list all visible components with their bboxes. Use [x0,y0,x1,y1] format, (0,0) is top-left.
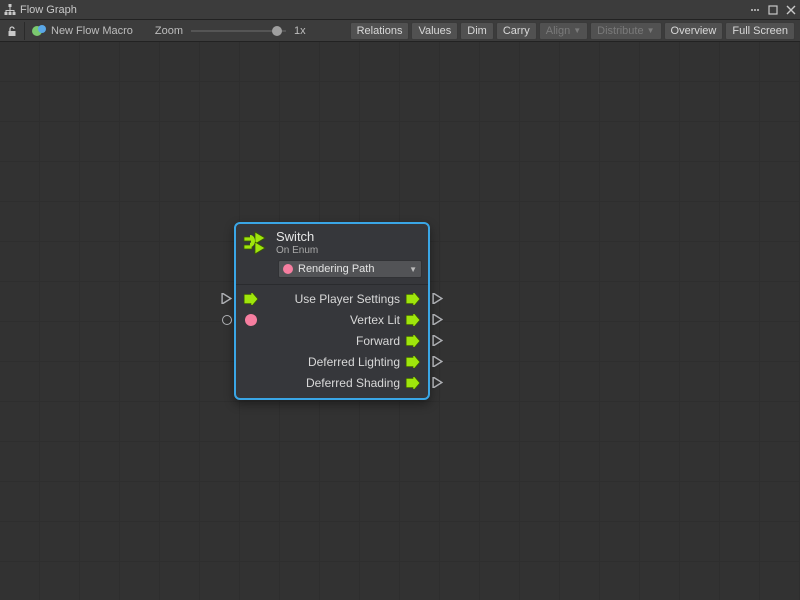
zoom-slider[interactable] [191,24,286,38]
window-title: Flow Graph [20,4,77,16]
flow-port-icon [432,314,443,325]
output-label: Deferred Shading [236,376,428,390]
enum-dot-icon [245,314,257,326]
toolbar-values-button[interactable]: Values [411,22,458,40]
zoom-label: Zoom [155,25,183,37]
macro-name-label[interactable]: New Flow Macro [51,25,133,37]
enum-type-dropdown[interactable]: Rendering Path ▼ [278,260,422,278]
lock-toggle[interactable] [4,23,20,39]
toolbar-button-label: Full Screen [732,25,788,37]
node-body: Use Player Settings Vertex Lit Forward Defe… [236,284,428,398]
toolbar-overview-button[interactable]: Overview [664,22,724,40]
output-label: Forward [236,334,428,348]
output-row: Deferred Lighting [236,351,428,372]
output-row: Deferred Shading [236,372,428,393]
window-titlebar: Flow Graph [0,0,800,20]
lock-open-icon [6,25,18,37]
node-subtitle: On Enum [276,245,318,256]
flow-port-icon [432,335,443,346]
toolbar: New Flow Macro Zoom 1x Relations Values Di… [0,20,800,42]
arrow-right-icon [243,293,259,305]
toolbar-align-button: Align▼ [539,22,588,40]
toolbar-button-label: Overview [671,25,717,37]
flow-input-port[interactable] [219,288,234,309]
flow-output-port[interactable] [430,288,444,309]
more-icon [750,5,760,15]
output-label: Vertex Lit [236,313,428,327]
graph-tree-icon [4,4,16,16]
arrow-right-icon [405,293,421,305]
output-label: Use Player Settings [236,292,428,306]
toolbar-button-label: Align [546,25,570,37]
enum-type-value: Rendering Path [298,263,374,275]
flow-output-indicator [404,288,422,309]
flow-port-icon [432,356,443,367]
output-row: Vertex Lit [236,309,428,330]
toolbar-dim-button[interactable]: Dim [460,22,494,40]
flow-output-port[interactable] [430,372,444,393]
chevron-down-icon: ▼ [409,265,417,274]
value-port-icon [222,315,232,325]
switch-node[interactable]: Switch On Enum Rendering Path ▼ Use Play… [234,222,430,400]
enum-dot-icon [283,264,293,274]
flow-output-indicator [404,309,422,330]
window-maximize-button[interactable] [765,2,781,18]
output-row: Forward [236,330,428,351]
zoom-value: 1x [294,25,306,37]
value-input-port[interactable] [219,309,234,330]
flow-port-icon [432,293,443,304]
toolbar-button-label: Dim [467,25,487,37]
arrow-right-icon [405,335,421,347]
arrow-right-icon [405,314,421,326]
toolbar-relations-button[interactable]: Relations [350,22,410,40]
maximize-icon [768,5,778,15]
toolbar-full-screen-button[interactable]: Full Screen [725,22,795,40]
toolbar-carry-button[interactable]: Carry [496,22,537,40]
output-row: Use Player Settings [236,288,428,309]
flow-output-indicator [404,351,422,372]
flow-output-indicator [404,330,422,351]
flow-output-indicator [404,372,422,393]
toolbar-button-label: Distribute [597,25,643,37]
arrow-right-icon [405,356,421,368]
toolbar-button-label: Relations [357,25,403,37]
chevron-down-icon: ▼ [573,26,581,35]
toolbar-button-label: Values [418,25,451,37]
chevron-down-icon: ▼ [647,26,655,35]
arrow-right-icon [405,377,421,389]
window-close-button[interactable] [783,2,799,18]
flow-output-port[interactable] [430,330,444,351]
toolbar-button-label: Carry [503,25,530,37]
flow-port-icon [221,293,232,304]
slider-thumb[interactable] [272,26,282,36]
graph-canvas[interactable]: Switch On Enum Rendering Path ▼ Use Play… [0,42,800,600]
flow-output-port[interactable] [430,351,444,372]
flow-output-port[interactable] [430,309,444,330]
toolbar-separator [24,22,25,40]
close-icon [786,5,796,15]
node-title: Switch [276,229,318,244]
flow-macro-icon [31,23,47,39]
flow-port-icon [432,377,443,388]
output-label: Deferred Lighting [236,355,428,369]
branch-icon [242,229,270,257]
node-header[interactable]: Switch On Enum [236,224,428,257]
toolbar-distribute-button: Distribute ▼ [590,22,661,40]
flow-input-indicator [241,288,261,309]
value-input-default[interactable] [241,309,261,330]
window-more-button[interactable] [747,2,763,18]
